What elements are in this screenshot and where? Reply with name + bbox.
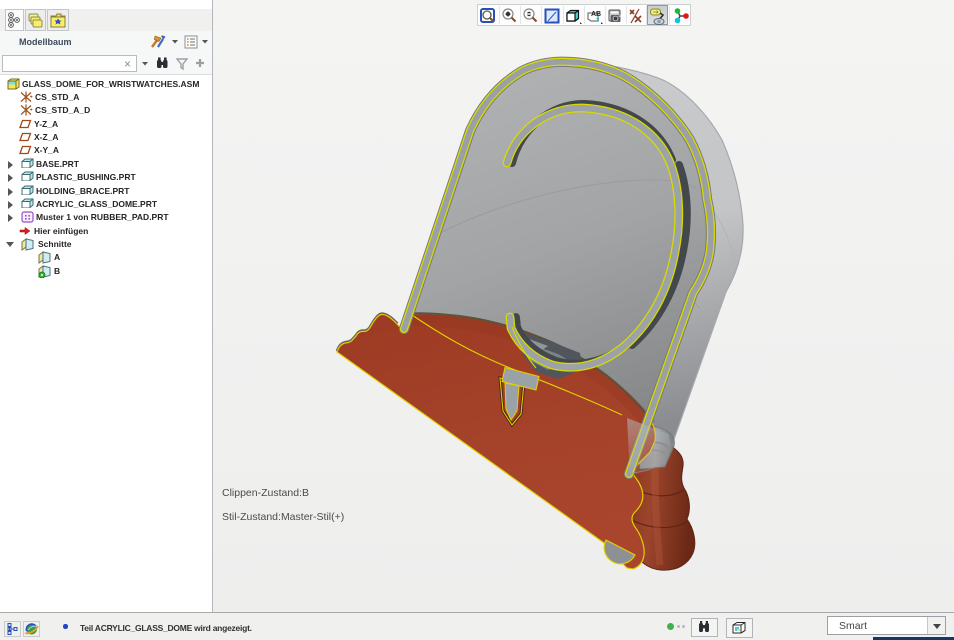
svg-text:AB: AB — [591, 11, 601, 18]
